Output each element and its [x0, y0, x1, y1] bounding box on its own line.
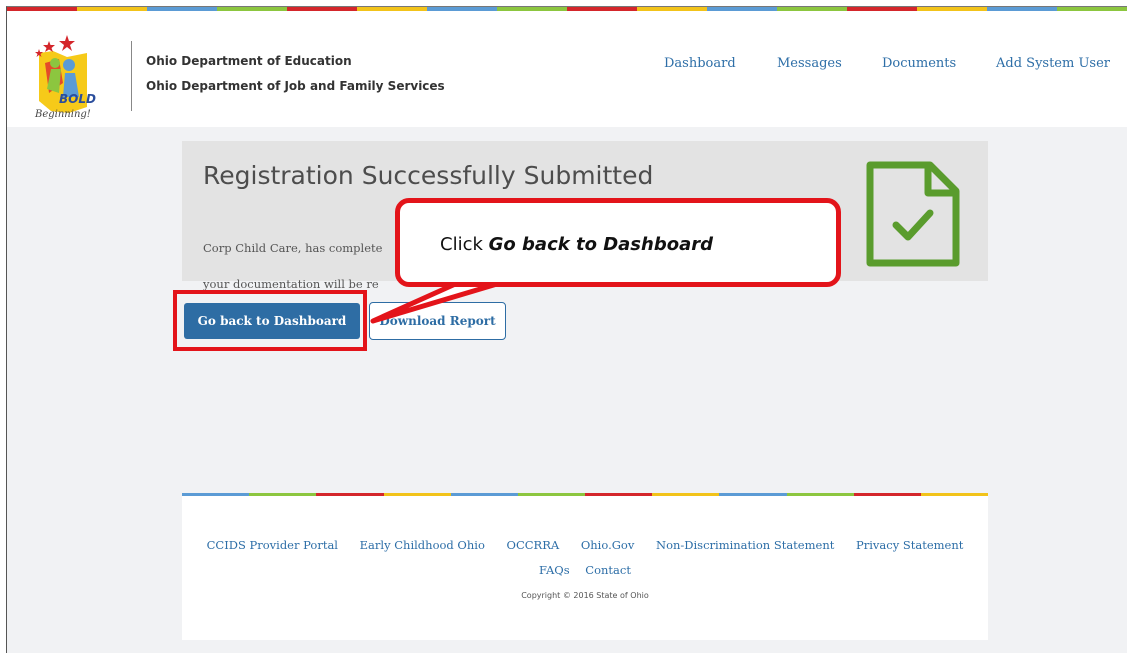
footer-link-ccids[interactable]: CCIDS Provider Portal [207, 538, 338, 552]
footer-color-stripe [182, 493, 989, 496]
footer-link-early-childhood[interactable]: Early Childhood Ohio [360, 538, 485, 552]
nav-dashboard[interactable]: Dashboard [664, 56, 736, 71]
callout-text: Click Go back to Dashboard [440, 234, 713, 255]
nav-documents[interactable]: Documents [882, 56, 956, 71]
svg-text:BOLD: BOLD [59, 92, 96, 106]
nav-messages[interactable]: Messages [777, 56, 842, 71]
browser-frame: BOLD Beginning! Ohio Department of Educa… [6, 6, 1127, 653]
footer-links: CCIDS Provider Portal Early Childhood Oh… [182, 538, 988, 552]
svg-text:Beginning!: Beginning! [34, 109, 91, 120]
agency-names: Ohio Department of Education Ohio Depart… [146, 49, 445, 99]
annotation-highlight-box [173, 290, 367, 351]
site-header: BOLD Beginning! Ohio Department of Educa… [7, 11, 1127, 127]
footer-link-non-discrimination[interactable]: Non-Discrimination Statement [656, 538, 834, 552]
page-title: Registration Successfully Submitted [203, 161, 654, 190]
nav-add-system-user[interactable]: Add System User [996, 56, 1110, 71]
footer-links-secondary: FAQs Contact [182, 563, 988, 577]
agency-line-education: Ohio Department of Education [146, 54, 352, 68]
footer-link-contact[interactable]: Contact [585, 563, 631, 577]
copyright: Copyright © 2016 State of Ohio [521, 591, 649, 600]
footer-link-ohio-gov[interactable]: Ohio.Gov [581, 538, 635, 552]
annotation-callout: Click Go back to Dashboard [395, 198, 841, 287]
bold-beginning-logo[interactable]: BOLD Beginning! [29, 23, 125, 127]
download-report-button[interactable]: Download Report [369, 302, 506, 340]
logo-divider [131, 41, 132, 111]
document-check-icon [866, 161, 960, 267]
site-footer: CCIDS Provider Portal Early Childhood Oh… [182, 493, 989, 640]
agency-line-jfs: Ohio Department of Job and Family Servic… [146, 79, 445, 93]
footer-link-privacy[interactable]: Privacy Statement [856, 538, 963, 552]
footer-link-faqs[interactable]: FAQs [539, 563, 570, 577]
callout-emphasis: Go back to Dashboard [488, 234, 713, 255]
success-message-line1: Corp Child Care, has complete [203, 241, 383, 255]
footer-link-occrra[interactable]: OCCRRA [507, 538, 560, 552]
